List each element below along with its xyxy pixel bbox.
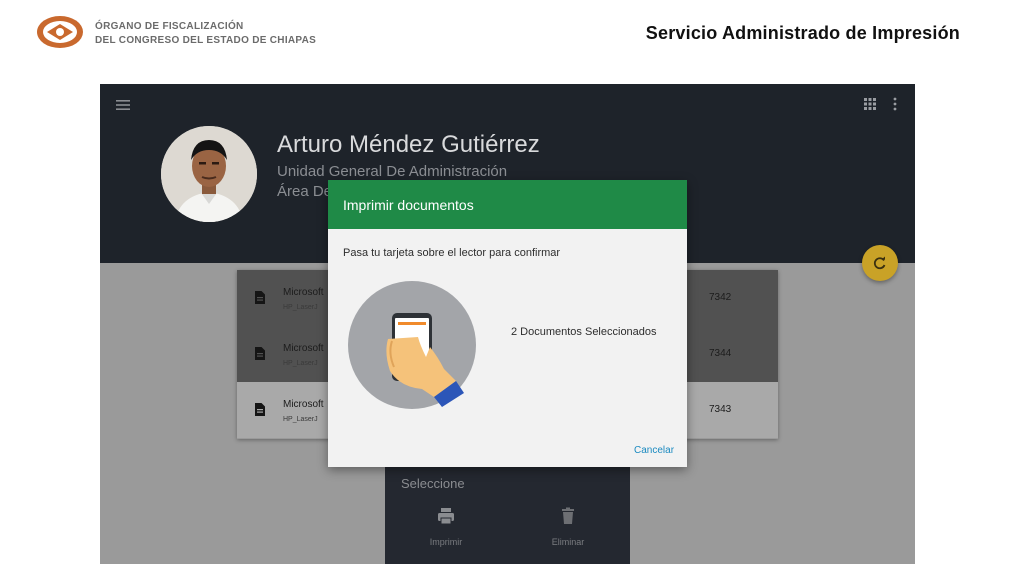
slide: ÓRGANO DE FISCALIZACIÓN DEL CONGRESO DEL… bbox=[0, 0, 1024, 576]
org-name-line1: ÓRGANO DE FISCALIZACIÓN bbox=[95, 21, 244, 32]
document-icon bbox=[255, 347, 265, 360]
job-printer: HP_LaserJ bbox=[283, 416, 318, 423]
job-id: 7344 bbox=[709, 348, 732, 359]
job-id: 7343 bbox=[709, 404, 732, 415]
job-id: 7342 bbox=[709, 292, 732, 303]
bottom-sheet: Seleccione Imprimir Eliminar bbox=[385, 466, 630, 564]
menu-icon[interactable] bbox=[116, 99, 130, 111]
org-logo bbox=[37, 16, 83, 48]
job-title: Microsoft bbox=[283, 343, 324, 354]
job-printer: HP_LaserJ bbox=[283, 360, 318, 367]
delete-label: Eliminar bbox=[551, 537, 585, 547]
selected-count: 2 Documentos Seleccionados bbox=[511, 326, 657, 338]
dialog-header: Imprimir documentos bbox=[328, 180, 687, 229]
document-icon bbox=[255, 403, 265, 416]
dialog-title: Imprimir documentos bbox=[343, 197, 474, 213]
refresh-icon bbox=[873, 256, 886, 270]
bottom-sheet-title: Seleccione bbox=[401, 476, 465, 491]
refresh-button[interactable] bbox=[862, 245, 898, 281]
user-unit: Unidad General De Administración bbox=[277, 163, 508, 180]
document-icon bbox=[255, 291, 265, 304]
print-button[interactable]: Imprimir bbox=[401, 504, 491, 554]
job-printer: HP_LaserJ bbox=[283, 304, 318, 311]
trash-icon bbox=[562, 507, 574, 524]
cancel-button[interactable]: Cancelar bbox=[634, 445, 674, 456]
dialog-message: Pasa tu tarjeta sobre el lector para con… bbox=[343, 247, 561, 259]
card-tap-illustration bbox=[348, 281, 476, 409]
avatar-photo bbox=[161, 126, 257, 222]
avatar bbox=[161, 126, 257, 222]
more-vertical-icon[interactable] bbox=[893, 97, 897, 111]
org-name: ÓRGANO DE FISCALIZACIÓN DEL CONGRESO DEL… bbox=[95, 20, 316, 48]
user-name: Arturo Méndez Gutiérrez bbox=[277, 131, 540, 158]
job-title: Microsoft bbox=[283, 399, 324, 410]
user-area: Área De bbox=[277, 183, 333, 200]
org-name-line2: DEL CONGRESO DEL ESTADO DE CHIAPAS bbox=[95, 35, 317, 46]
slide-title: Servicio Administrado de Impresión bbox=[645, 23, 960, 43]
printer-icon bbox=[438, 508, 454, 525]
print-dialog: Imprimir documentos Pasa tu tarjeta sobr… bbox=[328, 180, 687, 467]
grid-icon[interactable] bbox=[864, 98, 876, 110]
job-title: Microsoft bbox=[283, 287, 324, 298]
delete-button[interactable]: Eliminar bbox=[523, 504, 613, 554]
print-label: Imprimir bbox=[429, 537, 463, 547]
